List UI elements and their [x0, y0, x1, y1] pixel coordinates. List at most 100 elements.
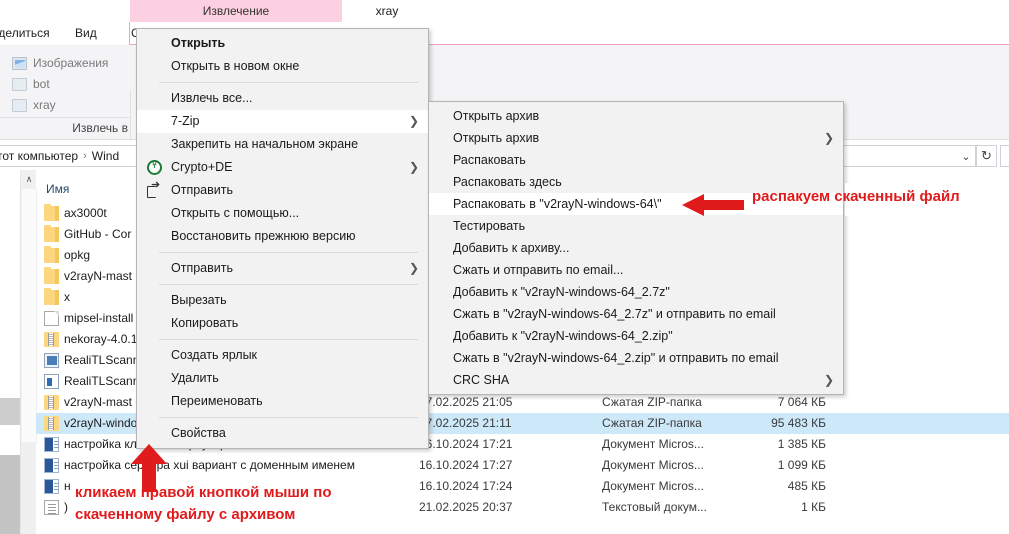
column-header-name[interactable]: Имя	[46, 178, 69, 200]
file-name: RealiTLScann	[64, 353, 140, 367]
word-icon	[44, 458, 59, 473]
zip-icon	[44, 416, 59, 431]
menu-separator	[159, 252, 418, 253]
menu-item[interactable]: 7-Zip ❯	[137, 110, 428, 133]
extract-destination-label: bot	[33, 77, 50, 91]
menu-item[interactable]: Добавить к "v2rayN-windows-64_2.7z"	[429, 281, 843, 303]
file-name: )	[64, 500, 68, 514]
menu-item[interactable]: Восстановить прежнюю версию	[137, 225, 428, 248]
extract-destination-label: Изображения	[33, 56, 109, 70]
zip-icon	[44, 332, 59, 347]
folder-icon	[44, 246, 59, 263]
file-name: ax3000t	[64, 206, 107, 220]
menu-item[interactable]: Сжать и отправить по email...	[429, 259, 843, 281]
vertical-scrollbar[interactable]: ∧	[20, 170, 37, 534]
extract-destination-xray[interactable]: xray	[12, 96, 56, 115]
menu-item[interactable]: Копировать	[137, 312, 428, 335]
menu-item-label: Закрепить на начальном экране	[171, 137, 359, 151]
menu-item-label: Извлечь все...	[171, 91, 253, 105]
menu-item-label: Открыть	[171, 36, 226, 50]
chevron-right-icon: ❯	[823, 131, 834, 145]
nav-pane-highlight-a	[0, 398, 20, 425]
folder-icon	[44, 267, 59, 284]
file-type: Документ Micros...	[602, 437, 704, 451]
menu-item[interactable]: CRC SHA ❯	[429, 369, 843, 391]
tab-extract[interactable]: Извлечение	[130, 0, 342, 22]
menu-item-label: Открыть с помощью...	[171, 206, 300, 220]
menu-item[interactable]: Тестировать	[429, 215, 843, 237]
menu-item[interactable]: Извлечь все...	[137, 87, 428, 110]
scrollbar-thumb[interactable]	[21, 188, 37, 443]
menu-item[interactable]: Открыть архив ❯	[429, 127, 843, 149]
breadcrumb-separator-icon: ›	[83, 150, 87, 162]
menu-item-label: Добавить к архиву...	[453, 241, 570, 255]
menu-item-label: Создать ярлык	[171, 348, 258, 362]
file-size: 1 099 КБ	[777, 458, 826, 472]
menu-item-label: Отправить	[171, 261, 233, 275]
file-name: v2rayN-mast	[64, 395, 133, 409]
extract-destination-label: xray	[33, 98, 56, 112]
tab-view[interactable]: Вид	[75, 22, 97, 45]
app-icon	[44, 374, 59, 389]
file-name: x	[64, 290, 70, 304]
menu-item-label: Отправить	[171, 183, 233, 197]
extract-destination-bot[interactable]: bot	[12, 75, 50, 94]
crypto-de-icon	[147, 158, 162, 175]
menu-item[interactable]: Открыть	[137, 32, 428, 55]
menu-item-label: Восстановить прежнюю версию	[171, 229, 356, 243]
word-icon	[44, 479, 59, 494]
file-size: 1 385 КБ	[777, 437, 826, 451]
menu-item-label: Переименовать	[171, 394, 263, 408]
menu-item[interactable]: Отправить ❯	[137, 257, 428, 280]
context-menu[interactable]: Открыть Открыть в новом окне Извлечь все..…	[136, 28, 429, 449]
menu-item[interactable]: Открыть в новом окне	[137, 55, 428, 78]
ribbon-tab-strip: Извлечение xray	[0, 0, 1009, 22]
menu-item-label: Добавить к "v2rayN-windows-64_2.zip"	[453, 329, 673, 343]
chevron-right-icon: ❯	[408, 261, 419, 275]
menu-item[interactable]: Добавить к архиву...	[429, 237, 843, 259]
tab-share[interactable]: оделиться	[0, 22, 50, 45]
tab-xray[interactable]: xray	[352, 0, 422, 22]
menu-item[interactable]: Удалить	[137, 367, 428, 390]
menu-item[interactable]: Свойства	[137, 422, 428, 445]
file-name: н	[64, 479, 71, 493]
folder-icon	[44, 288, 59, 305]
breadcrumb-segment-0[interactable]: тот компьютер	[0, 149, 78, 163]
menu-item-label: Добавить к "v2rayN-windows-64_2.7z"	[453, 285, 670, 299]
menu-item[interactable]: Создать ярлык	[137, 344, 428, 367]
menu-item[interactable]: Crypto+DE ❯	[137, 156, 428, 179]
chevron-down-icon[interactable]: ⌄	[957, 145, 976, 167]
refresh-icon[interactable]: ↻	[976, 145, 997, 167]
menu-separator	[159, 284, 418, 285]
zip-icon	[44, 395, 59, 410]
file-size: 1 КБ	[801, 500, 826, 514]
menu-item[interactable]: Отправить	[137, 178, 428, 202]
menu-item[interactable]: Открыть архив	[429, 105, 843, 127]
menu-item[interactable]: Переименовать	[137, 390, 428, 413]
file-size: 485 КБ	[787, 479, 826, 493]
file-date: 07.02.2025 21:05	[419, 395, 513, 409]
menu-separator	[159, 339, 418, 340]
context-submenu-7zip[interactable]: Открыть архив Открыть архив ❯ Распаковать Ра…	[428, 101, 844, 395]
scroll-up-icon[interactable]: ∧	[21, 170, 37, 188]
file-type: Документ Micros...	[602, 458, 704, 472]
menu-item-label: Удалить	[171, 371, 219, 385]
file-name: opkg	[64, 248, 91, 262]
menu-item[interactable]: Открыть с помощью...	[137, 202, 428, 225]
breadcrumb-segment-1[interactable]: Wind	[92, 149, 119, 163]
annotation-bottom-line-1: кликаем правой кнопкой мыши по	[75, 484, 332, 501]
menu-item[interactable]: Распаковать	[429, 149, 843, 171]
file-name: v2rayN-mast	[64, 269, 133, 283]
extract-destination-pictures[interactable]: Изображения	[12, 54, 108, 73]
menu-item[interactable]: Сжать в "v2rayN-windows-64_2.zip" и отпр…	[429, 347, 843, 369]
file-type: Сжатая ZIP-папка	[602, 416, 702, 430]
word-icon	[44, 437, 59, 452]
menu-item[interactable]: Сжать в "v2rayN-windows-64_2.7z" и отпра…	[429, 303, 843, 325]
file-type: Текстовый докум...	[602, 500, 707, 514]
menu-item[interactable]: Вырезать	[137, 289, 428, 312]
menu-item[interactable]: Добавить к "v2rayN-windows-64_2.zip"	[429, 325, 843, 347]
menu-item[interactable]: Закрепить на начальном экране	[137, 133, 428, 156]
search-box[interactable]	[1000, 145, 1009, 167]
folder-icon	[12, 78, 27, 91]
table-row[interactable]: настройка сервера xui вариант с доменным…	[36, 455, 1009, 476]
